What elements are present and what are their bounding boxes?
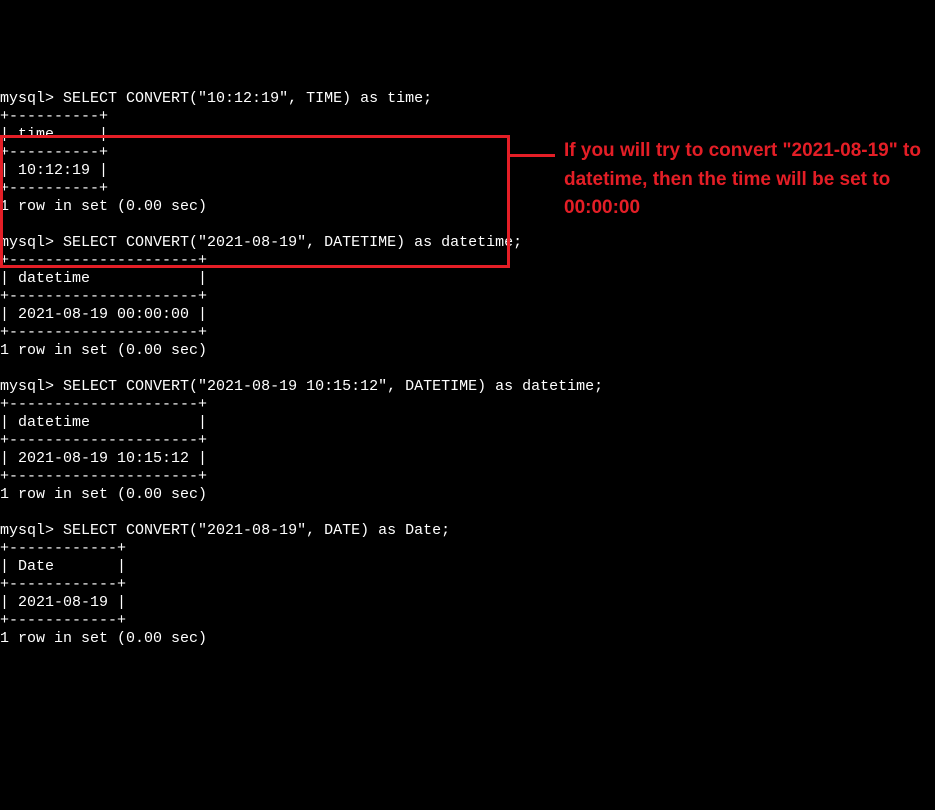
- separator: +----------+: [0, 144, 108, 161]
- sql-query-2: SELECT CONVERT("2021-08-19", DATETIME) a…: [63, 234, 522, 251]
- column-header: | datetime |: [0, 414, 207, 431]
- separator: +----------+: [0, 108, 108, 125]
- separator: +---------------------+: [0, 468, 207, 485]
- separator: +---------------------+: [0, 252, 207, 269]
- separator: +------------+: [0, 576, 126, 593]
- result-footer: 1 row in set (0.00 sec): [0, 630, 207, 647]
- separator: +----------+: [0, 180, 108, 197]
- result-row: | 2021-08-19 10:15:12 |: [0, 450, 207, 467]
- column-header: | datetime |: [0, 270, 207, 287]
- separator: +---------------------+: [0, 324, 207, 341]
- prompt: mysql>: [0, 234, 54, 251]
- column-header: | time |: [0, 126, 108, 143]
- result-footer: 1 row in set (0.00 sec): [0, 486, 207, 503]
- sql-query-1: SELECT CONVERT("10:12:19", TIME) as time…: [63, 90, 432, 107]
- separator: +---------------------+: [0, 396, 207, 413]
- result-row: | 10:12:19 |: [0, 162, 108, 179]
- separator: +---------------------+: [0, 432, 207, 449]
- result-row: | 2021-08-19 |: [0, 594, 126, 611]
- separator: +---------------------+: [0, 288, 207, 305]
- column-header: | Date |: [0, 558, 126, 575]
- annotation-text: If you will try to convert "2021-08-19" …: [564, 137, 924, 223]
- prompt: mysql>: [0, 90, 54, 107]
- annotation-connector: [510, 154, 555, 157]
- result-row: | 2021-08-19 00:00:00 |: [0, 306, 207, 323]
- result-footer: 1 row in set (0.00 sec): [0, 342, 207, 359]
- separator: +------------+: [0, 540, 126, 557]
- sql-query-4: SELECT CONVERT("2021-08-19", DATE) as Da…: [63, 522, 450, 539]
- prompt: mysql>: [0, 522, 54, 539]
- sql-query-3: SELECT CONVERT("2021-08-19 10:15:12", DA…: [63, 378, 603, 395]
- prompt: mysql>: [0, 378, 54, 395]
- separator: +------------+: [0, 612, 126, 629]
- result-footer: 1 row in set (0.00 sec): [0, 198, 207, 215]
